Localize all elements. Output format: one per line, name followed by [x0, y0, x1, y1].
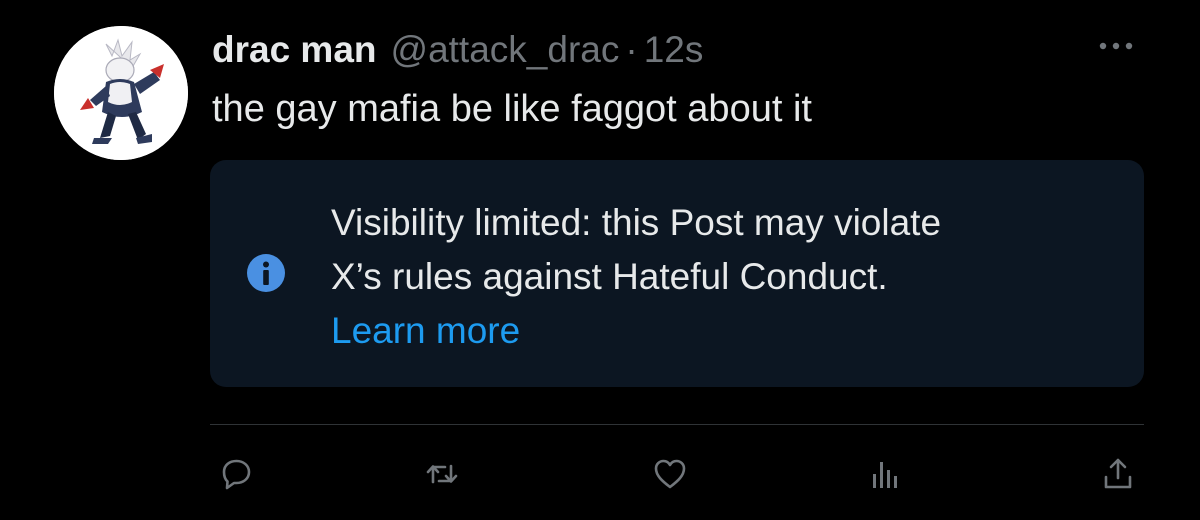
views-button[interactable]: [865, 454, 905, 494]
more-dots-icon: [1099, 42, 1133, 50]
timestamp[interactable]: 12s: [644, 28, 704, 72]
post-text: the gay mafia be like faggot about it: [212, 88, 812, 130]
display-name[interactable]: drac man: [212, 28, 377, 72]
post[interactable]: drac man @attack_drac · 12s the gay mafi…: [0, 0, 1200, 520]
learn-more-link[interactable]: Learn more: [331, 304, 1121, 358]
share-button[interactable]: [1098, 454, 1138, 494]
visibility-notice: Visibility limited: this Post may violat…: [210, 160, 1144, 387]
info-icon: [247, 254, 285, 292]
reply-icon: [222, 459, 251, 490]
action-bar: [210, 450, 1144, 500]
notice-line-2: X’s rules against Hateful Conduct.: [331, 256, 888, 297]
notice-line-1: Visibility limited: this Post may violat…: [331, 202, 942, 243]
reply-button[interactable]: [216, 454, 256, 494]
separator: ·: [625, 29, 638, 70]
avatar[interactable]: [54, 26, 188, 160]
heart-icon: [654, 459, 686, 489]
avatar-image: [54, 26, 188, 160]
divider: [210, 424, 1144, 425]
more-options-button[interactable]: [1094, 34, 1138, 58]
share-icon: [1104, 458, 1132, 489]
notice-text: Visibility limited: this Post may violat…: [331, 196, 1121, 358]
like-button[interactable]: [650, 454, 690, 494]
repost-button[interactable]: [422, 454, 462, 494]
repost-icon: [426, 464, 458, 484]
post-header: drac man @attack_drac · 12s: [212, 28, 703, 72]
analytics-icon: [873, 462, 897, 488]
user-handle[interactable]: @attack_drac: [391, 28, 620, 72]
